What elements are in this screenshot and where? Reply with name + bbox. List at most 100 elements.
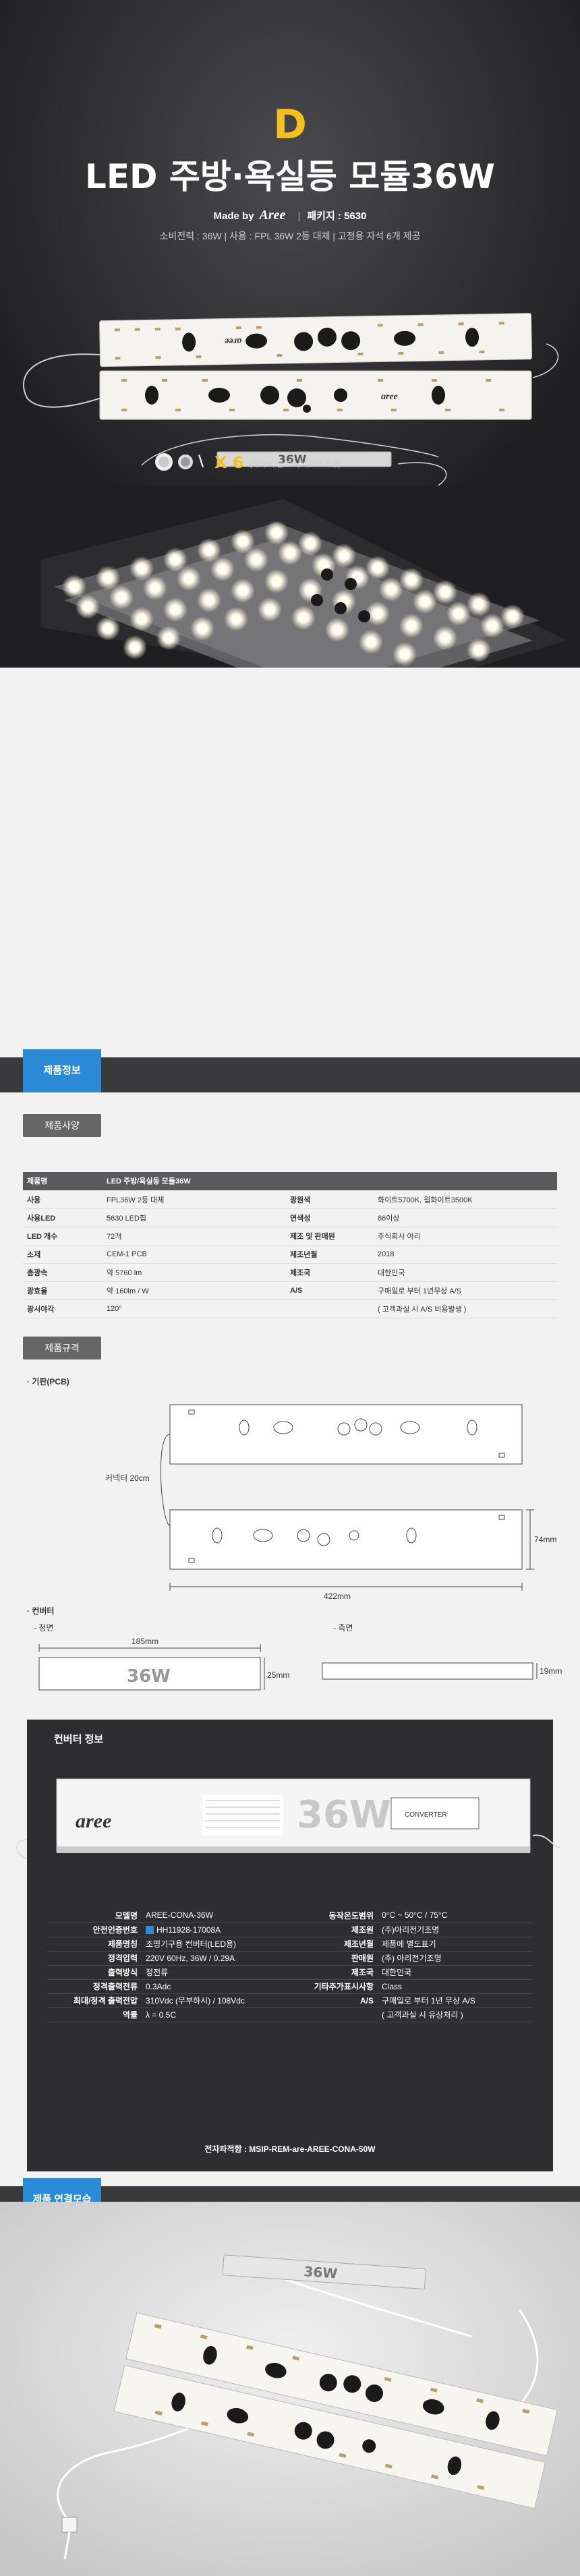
conv-depth-label: 19mm xyxy=(540,1666,562,1676)
converter-photo: aree 36W CONVERTER xyxy=(16,1778,560,1859)
conv-value: 조명기구용 컨버터(LED용) xyxy=(142,1937,283,1952)
spec-key: 광원색 xyxy=(286,1190,374,1209)
conv-front-text: 36W xyxy=(127,1666,171,1687)
magnet-note: (자석*6, 볼트*6, 너트*6 제공) xyxy=(250,461,341,469)
conv-value: 제품에 별도표기 xyxy=(378,1937,533,1952)
divider: | xyxy=(297,210,301,222)
product-badge: D xyxy=(273,101,307,148)
spec-value: 약 5760 lm xyxy=(103,1263,286,1282)
conv-key: 모델명 xyxy=(47,1908,142,1923)
conv-key: 정격입력 xyxy=(47,1951,142,1966)
module-label-2: aree xyxy=(381,392,398,402)
spec-header-row: 제품명 LED 주방/욕실등 모듈36W xyxy=(23,1172,557,1191)
magnet-count: X 6 xyxy=(214,453,244,472)
conv-value: 구매일로 부터 1년 무상 A/S xyxy=(378,1993,533,2008)
conv-key: 제조년월 xyxy=(283,1937,378,1952)
spec-value: 화이트5700K, 웜화이트3500K xyxy=(374,1190,557,1209)
connection-photo: 36W xyxy=(0,2202,580,2576)
table-row: 안전인증번호 HH11928-17008A 제조원 (주)아리전기조명 xyxy=(47,1923,533,1937)
spec-value: 120° xyxy=(103,1299,286,1318)
table-row: 광효율 약 160lm / W A/S 구매일로 부터 1년무상 A/S xyxy=(23,1281,557,1300)
conv-value: (주)아리전기조명 xyxy=(378,1923,533,1937)
spec-value: FPL36W 2등 대체 xyxy=(103,1190,286,1209)
connector-label: 커넥터 20cm xyxy=(105,1473,150,1483)
spec-value: 86이상 xyxy=(374,1208,557,1227)
conv-length-label: 185mm xyxy=(132,1637,158,1646)
conv-value: 정전류 xyxy=(142,1965,283,1980)
table-row: 정격출력전류 0.3Adc 기타추가표시사항 Class xyxy=(47,1979,533,1994)
made-by-line: Made by Aree | 패키지 : 5630 xyxy=(0,208,580,223)
spec-value: 2018 xyxy=(374,1245,557,1264)
conv-value: 310Vdc (무부하시) / 108Vdc xyxy=(142,1993,283,2008)
conv-value: Class xyxy=(378,1979,533,1994)
table-row: 총광속 약 5760 lm 제조국 대한민국 xyxy=(23,1263,557,1282)
spec-heading: 제품사양 xyxy=(23,1114,101,1137)
converter-heading: · 컨버터 xyxy=(27,1606,55,1616)
lit-module-svg xyxy=(0,486,580,668)
conv-value: HH11928-17008A xyxy=(142,1923,283,1937)
conv-key: 제조원 xyxy=(283,1923,378,1937)
spec-value: 대한민국 xyxy=(374,1263,557,1282)
table-row: 사용 FPL36W 2등 대체 광원색 화이트5700K, 웜화이트3500K xyxy=(23,1190,557,1209)
conv-key: 안전인증번호 xyxy=(47,1923,142,1937)
conv-value: (주) 아리전기조명 xyxy=(378,1951,533,1966)
spec-value: 구매일로 부터 1년무상 A/S xyxy=(374,1281,557,1300)
product-info-bar: 제품정보 xyxy=(0,1049,580,1092)
pcb-drawing: 422mm 74mm 커넥터 20cm xyxy=(105,1404,556,1601)
pcb-width-label: 422mm xyxy=(324,1591,351,1601)
spec-key: 사용 xyxy=(23,1190,103,1209)
spec-value: 약 160lm / W xyxy=(103,1281,286,1300)
spec-key: 사용LED xyxy=(23,1208,103,1227)
dims-heading: 제품규격 xyxy=(23,1337,101,1359)
conv-value: 대한민국 xyxy=(378,1965,533,1980)
converter-box-label: CONVERTER xyxy=(405,1811,447,1819)
conv-key: 정격출력전류 xyxy=(47,1979,142,1994)
conv-height-label: 25mm xyxy=(267,1670,289,1680)
magnet-row: \ X 6 (자석*6, 볼트*6, 너트*6 제공) xyxy=(155,453,438,473)
conv-key: 기타추가표시사항 xyxy=(283,1979,378,1994)
conv-key: A/S xyxy=(283,1993,378,2008)
conv-key: 출력방식 xyxy=(47,1965,142,1980)
conv-key: 동작온도범위 xyxy=(283,1908,378,1923)
spec-key: LED 개수 xyxy=(23,1227,103,1246)
spec-value: 5630 LED칩 xyxy=(103,1208,286,1227)
conv-key: 역률 xyxy=(47,2008,142,2022)
conv-key xyxy=(283,2008,378,2022)
table-row: 출력방식 정전류 제조국 대한민국 xyxy=(47,1965,533,1980)
table-row: 광시야각 120° ( 고객과실 시 A/S 비용발생 ) xyxy=(23,1299,557,1318)
spec-header-value: LED 주방/욕실등 모듈36W xyxy=(103,1172,557,1191)
conv-key: 최대/정격 출력전압 xyxy=(47,1993,142,2008)
converter-brand-logo: aree xyxy=(76,1810,111,1832)
conv-value: AREE-CONA-36W xyxy=(142,1908,283,1923)
spec-key: 제조국 xyxy=(286,1263,374,1282)
emc-certification: 전자파적합 : MSIP-REM-are-AREE-CONA-50W xyxy=(204,2144,376,2154)
conv-key: 제품명칭 xyxy=(47,1937,142,1952)
connection-converter-label: 36W xyxy=(303,2263,338,2281)
spec-key: 제조 및 판매원 xyxy=(286,1227,374,1246)
brand-logo: Aree xyxy=(259,208,286,223)
connection-svg: 36W xyxy=(0,2202,580,2576)
table-row: 역률 λ = 0.5C ( 고객과실 시 유상처리 ) xyxy=(47,2008,533,2022)
converter-info-title: 컨버터 정보 xyxy=(54,1734,104,1745)
conv-value: λ = 0.5C xyxy=(142,2008,283,2022)
table-row: 정격입력 220V 60Hz, 36W / 0.29A 판매원 (주) 아리전기조명 xyxy=(47,1951,533,1966)
tab-product-info[interactable]: 제품정보 xyxy=(23,1049,101,1092)
table-row: LED 개수 72개 제조 및 판매원 주식회사 아리 xyxy=(23,1227,557,1246)
magnet-icon xyxy=(155,453,173,471)
conv-value: 220V 60Hz, 36W / 0.29A xyxy=(142,1951,283,1966)
converter-wattage: 36W xyxy=(297,1793,391,1837)
conv-value: 0.3Adc xyxy=(142,1979,283,1994)
spec-key: A/S xyxy=(286,1281,374,1300)
spec-value: ( 고객과실 시 A/S 비용발생 ) xyxy=(374,1299,557,1318)
conv-value: ( 고객과실 시 유상처리 ) xyxy=(378,2008,533,2022)
table-row: 최대/정격 출력전압 310Vdc (무부하시) / 108Vdc A/S 구매일로 … xyxy=(47,1993,533,2008)
hero-subtitle: 소비전력 : 36W | 사용 : FPL 36W 2등 대체 | 고정용 자석… xyxy=(159,231,421,241)
table-row: 제품명칭 조명기구용 컨버터(LED용) 제조년월 제품에 별도표기 xyxy=(47,1937,533,1952)
table-row: 소재 CEM-1 PCB 제조년월 2018 xyxy=(23,1245,557,1264)
spec-key: 총광속 xyxy=(23,1263,103,1282)
spec-value: 72개 xyxy=(103,1227,286,1246)
kc-mark-icon xyxy=(146,1926,154,1935)
spec-key: 소재 xyxy=(23,1245,103,1264)
conv-key: 제조국 xyxy=(283,1965,378,1980)
spec-header-key: 제품명 xyxy=(23,1172,103,1191)
